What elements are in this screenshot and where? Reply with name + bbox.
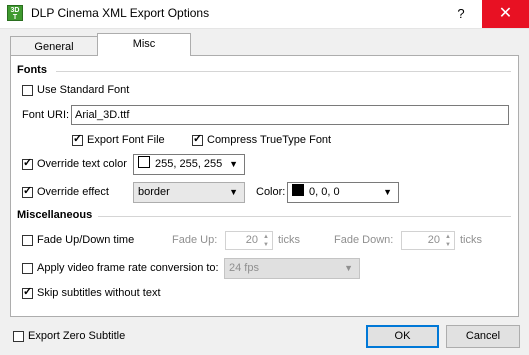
- export-zero-subtitle-checkbox[interactable]: [13, 331, 24, 342]
- export-font-file-label: Export Font File: [87, 134, 165, 146]
- effect-color-swatch: [292, 184, 304, 196]
- frame-rate-value: 24 fps: [229, 262, 259, 274]
- app-icon: 3D T: [7, 5, 23, 21]
- close-button[interactable]: ✕: [482, 0, 529, 28]
- text-color-picker[interactable]: 255, 255, 255 ▼: [133, 154, 245, 175]
- tab-misc[interactable]: Misc: [97, 33, 191, 56]
- apply-conversion-label: Apply video frame rate conversion to:: [37, 262, 219, 274]
- chevron-down-icon: ▼: [229, 187, 238, 197]
- effect-value: border: [138, 186, 170, 198]
- misc-separator: [98, 216, 511, 217]
- override-effect-label: Override effect: [37, 186, 109, 198]
- fade-up-unit: ticks: [278, 234, 300, 246]
- effect-select[interactable]: border ▼: [133, 182, 245, 203]
- fonts-separator: [56, 71, 511, 72]
- spin-arrows-icon[interactable]: ▲ ▼: [443, 233, 453, 249]
- misc-section-header: Miscellaneous: [17, 209, 93, 221]
- skip-subtitles-checkbox[interactable]: [22, 286, 33, 299]
- fade-time-checkbox[interactable]: [22, 235, 33, 246]
- skip-subtitles-label: Skip subtitles without text: [37, 287, 161, 299]
- text-color-swatch: [138, 156, 150, 168]
- export-font-file-checkbox[interactable]: [72, 133, 83, 146]
- ok-button[interactable]: OK: [366, 325, 439, 348]
- apply-conversion-checkbox[interactable]: [22, 263, 33, 274]
- fade-down-unit: ticks: [460, 234, 482, 246]
- use-standard-font-label: Use Standard Font: [37, 84, 130, 96]
- fade-up-label: Fade Up:: [172, 234, 218, 246]
- spin-arrows-icon[interactable]: ▲ ▼: [261, 233, 271, 249]
- fade-down-value: 20: [427, 234, 440, 246]
- cancel-button[interactable]: Cancel: [446, 325, 520, 348]
- help-button[interactable]: ?: [441, 0, 481, 28]
- chevron-down-icon: ▼: [383, 187, 392, 197]
- override-text-color-label: Override text color: [37, 158, 127, 170]
- text-color-value: 255, 255, 255: [155, 158, 223, 170]
- font-uri-input[interactable]: Arial_3D.ttf: [71, 105, 509, 125]
- compress-truetype-checkbox[interactable]: [192, 133, 203, 146]
- font-uri-label: Font URI:: [22, 109, 70, 121]
- fade-up-spinbox[interactable]: 20 ▲ ▼: [225, 231, 273, 250]
- use-standard-font-checkbox[interactable]: [22, 85, 33, 96]
- effect-color-value: 0, 0, 0: [309, 186, 340, 198]
- export-zero-subtitle-label: Export Zero Subtitle: [28, 330, 126, 342]
- tab-general[interactable]: General: [10, 36, 98, 56]
- effect-color-picker[interactable]: 0, 0, 0 ▼: [287, 182, 399, 203]
- fade-down-spinbox[interactable]: 20 ▲ ▼: [401, 231, 455, 250]
- override-effect-checkbox[interactable]: [22, 185, 33, 198]
- chevron-down-icon: ▼: [344, 263, 353, 273]
- fade-down-label: Fade Down:: [334, 234, 394, 246]
- compress-truetype-label: Compress TrueType Font: [207, 134, 332, 146]
- chevron-down-icon: ▼: [229, 159, 238, 169]
- frame-rate-select[interactable]: 24 fps ▼: [224, 258, 360, 279]
- window-title: DLP Cinema XML Export Options: [31, 6, 210, 20]
- fonts-section-header: Fonts: [17, 64, 47, 76]
- effect-color-label: Color:: [256, 186, 286, 198]
- fade-time-label: Fade Up/Down time: [37, 234, 135, 246]
- override-text-color-checkbox[interactable]: [22, 157, 33, 170]
- fade-up-value: 20: [245, 234, 258, 246]
